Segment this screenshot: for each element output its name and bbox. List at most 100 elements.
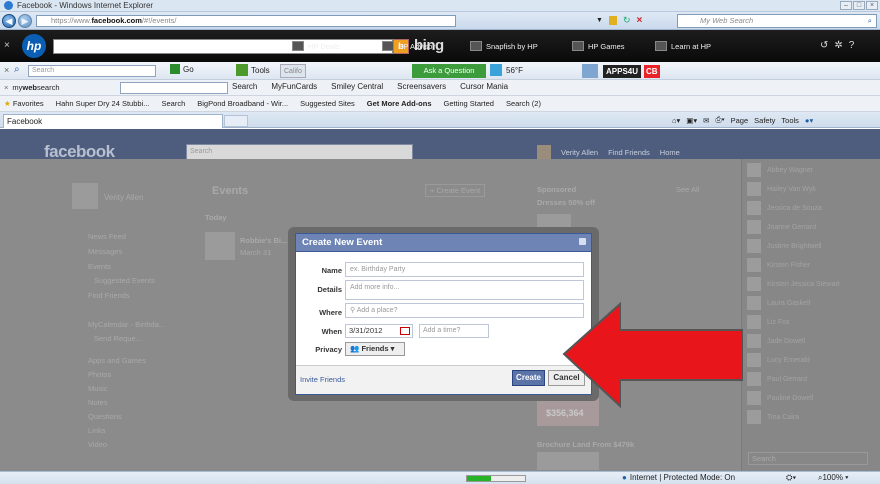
nav-send-requests[interactable]: Send Reque... <box>94 334 142 343</box>
ad2-image[interactable] <box>537 452 599 470</box>
nav-video[interactable]: Video <box>88 440 107 449</box>
ad1-title[interactable]: Dresses 50% off <box>537 198 595 207</box>
close-button[interactable]: × <box>866 1 878 10</box>
hp-advisor-link[interactable]: HP Advisor <box>382 41 435 51</box>
safety-menu[interactable]: Safety <box>754 116 775 125</box>
minimize-button[interactable]: – <box>840 1 852 10</box>
fb-top-username[interactable]: Verity Allen <box>561 148 598 157</box>
hp-games-link[interactable]: HP Games <box>572 41 625 51</box>
privacy-dropdown[interactable]: 👥 Friends ▾ <box>345 342 405 356</box>
mws-link-cursor[interactable]: Cursor Mania <box>460 82 508 91</box>
mail-icon[interactable]: ✉ <box>703 116 709 125</box>
apps4u-button[interactable]: APPS4U CB <box>603 64 660 78</box>
fav-item-search[interactable]: Search <box>161 99 185 108</box>
refresh-icon[interactable]: ↻ <box>623 15 631 26</box>
nav-questions[interactable]: Questions <box>88 412 122 421</box>
page-menu[interactable]: Page <box>731 116 749 125</box>
chat-search-input[interactable]: Search <box>748 452 868 465</box>
zoom-settings-icon[interactable]: ⛭▾ <box>786 473 796 483</box>
nav-photos[interactable]: Photos <box>88 370 111 379</box>
tools-button[interactable]: Tools <box>236 64 270 76</box>
nav-find-friends[interactable]: Find Friends <box>88 291 130 300</box>
chat-item[interactable]: Hailey Van Wyk <box>747 182 875 196</box>
close-toolbar-icon[interactable]: × <box>4 40 10 51</box>
profile-name[interactable]: Verity Allen <box>104 193 144 202</box>
fb-find-friends[interactable]: Find Friends <box>608 148 650 157</box>
fav-item-getting-started[interactable]: Getting Started <box>444 99 494 108</box>
fav-item-addons[interactable]: Get More Add-ons <box>367 99 432 108</box>
learn-at-hp-link[interactable]: Learn at HP <box>655 41 711 51</box>
fav-item-search2[interactable]: Search (2) <box>506 99 541 108</box>
event-details-input[interactable]: Add more info... <box>345 280 584 300</box>
print-icon[interactable]: ⎙▾ <box>715 115 724 125</box>
fav-item-hahn[interactable]: Hahn Super Dry 24 Stubbi... <box>56 99 150 108</box>
fb-user-avatar[interactable] <box>537 145 551 159</box>
see-all-link[interactable]: See All <box>676 185 699 194</box>
close-mws-icon[interactable]: × <box>4 83 8 92</box>
chat-item[interactable]: Joanne Gerrard <box>747 220 875 234</box>
help-icon[interactable]: ? <box>849 40 855 51</box>
nav-music[interactable]: Music <box>88 384 108 393</box>
ad2-title[interactable]: Brochure Land From $479k <box>537 440 634 449</box>
search-icon[interactable]: ⌕ <box>868 15 872 27</box>
hp-deals-link[interactable]: HP Deals <box>292 41 340 51</box>
home-icon[interactable]: ⌂▾ <box>672 116 680 125</box>
event-time-input[interactable]: Add a time? <box>419 324 489 338</box>
nav-messages[interactable]: Messages <box>88 247 122 256</box>
nav-news-feed[interactable]: News Feed <box>88 232 126 241</box>
forward-button[interactable]: ▶ <box>18 14 32 28</box>
back-button[interactable]: ◀ <box>2 14 16 28</box>
invite-friends-link[interactable]: Invite Friends <box>300 375 345 384</box>
lock-icon[interactable] <box>608 16 617 25</box>
fav-item-bigpond[interactable]: BigPond Broadband - Wir... <box>197 99 288 108</box>
snapfish-link[interactable]: Snapfish by HP <box>470 41 538 51</box>
chat-item[interactable]: Kirsten Jessica Stewart <box>747 277 875 291</box>
chat-item[interactable]: Jessica de Souza <box>747 201 875 215</box>
mws-link-funcards[interactable]: MyFunCards <box>271 82 317 91</box>
chat-item[interactable]: Liz Fox <box>747 315 875 329</box>
toolbar-search-input[interactable]: Search <box>28 65 156 77</box>
feeds-icon[interactable]: ▣▾ <box>686 116 697 125</box>
chat-item[interactable]: Tina Caira <box>747 410 875 424</box>
settings-icon[interactable]: ✲ <box>834 40 842 51</box>
fav-item-suggested[interactable]: Suggested Sites <box>300 99 355 108</box>
new-tab-button[interactable] <box>224 115 248 127</box>
profile-avatar[interactable] <box>72 183 98 209</box>
help-menu-icon[interactable]: ●▾ <box>805 116 813 125</box>
ask-question-button[interactable]: Ask a Question <box>412 64 486 78</box>
stop-icon[interactable]: × <box>636 15 642 26</box>
location-widget[interactable]: Califo <box>280 64 306 78</box>
chat-item[interactable]: Pauline Dowell <box>747 391 875 405</box>
event-name[interactable]: Robbie's Bi... <box>240 236 287 245</box>
chat-item[interactable]: Laura Gaskell <box>747 296 875 310</box>
fb-home-link[interactable]: Home <box>660 148 680 157</box>
weather-widget[interactable]: 56°F <box>490 64 523 76</box>
event-thumbnail[interactable] <box>205 232 235 260</box>
zoom-level[interactable]: ⌕100% ▾ <box>818 473 849 483</box>
nav-suggested-events[interactable]: Suggested Events <box>94 276 155 285</box>
address-bar[interactable]: https://www.facebook.com/#!/events/ <box>36 15 456 27</box>
go-button[interactable]: Go <box>170 64 194 74</box>
bing-search-input[interactable] <box>53 39 393 54</box>
nav-notes[interactable]: Notes <box>88 398 108 407</box>
chat-item[interactable]: Jade Dowell <box>747 334 875 348</box>
chat-item[interactable]: Abbey Wagner <box>747 163 875 177</box>
create-event-button[interactable]: + Create Event <box>425 184 486 197</box>
maximize-button[interactable]: □ <box>853 1 865 10</box>
toolbar-app-icon[interactable] <box>582 64 598 78</box>
nav-links[interactable]: Links <box>88 426 106 435</box>
nav-apps-games[interactable]: Apps and Games <box>88 356 146 365</box>
favorites-button[interactable]: ★ Favorites <box>4 99 44 108</box>
close-search-toolbar-icon[interactable]: × <box>4 65 9 75</box>
mws-search-input[interactable] <box>120 82 228 94</box>
undo-icon[interactable]: ↺ <box>820 40 828 51</box>
calendar-icon[interactable] <box>400 327 410 335</box>
web-search-box[interactable]: My Web Search ⌕ <box>677 14 877 28</box>
fb-search-input[interactable]: Search <box>186 144 413 160</box>
chat-item[interactable]: Lucy Emerald <box>747 353 875 367</box>
nav-mycalendar[interactable]: MyCalendar - Birthda... <box>88 320 165 329</box>
mws-link-screensavers[interactable]: Screensavers <box>397 82 446 91</box>
nav-events[interactable]: Events <box>88 262 111 271</box>
create-button[interactable]: Create <box>512 370 545 386</box>
mws-link-smiley[interactable]: Smiley Central <box>331 82 383 91</box>
